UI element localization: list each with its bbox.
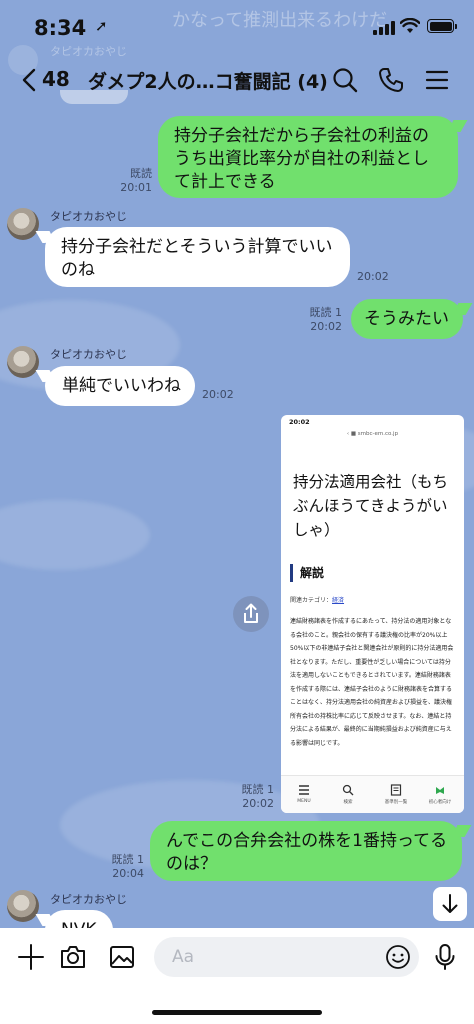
card-section-heading: 解説: [290, 564, 324, 582]
list-icon: [390, 784, 402, 796]
card-url: ‹ ■ smbc-em.co.jp: [346, 431, 399, 437]
card-status-bar: 20:02: [281, 415, 464, 429]
arrow-down-icon: [442, 894, 458, 913]
scroll-to-bottom-button[interactable]: [433, 887, 467, 921]
outgoing-message[interactable]: そうみたい: [351, 299, 463, 339]
read-receipt: 既読 1: [111, 853, 145, 866]
plus-icon[interactable]: [16, 942, 46, 972]
incoming-message[interactable]: 単純でいいわね: [45, 366, 195, 406]
outgoing-message[interactable]: 持分子会社だから子会社の利益のうち出資比率分が自社の利益として計上できる: [158, 116, 458, 198]
menu-icon[interactable]: [423, 66, 451, 94]
card-title: 持分法適用会社（もちぶんほうてきようがいしゃ）: [293, 473, 449, 539]
chat-title[interactable]: ダメプ2人の…コ奮闘記 (4): [88, 67, 328, 94]
message-meta: 既読 20:01: [100, 167, 152, 195]
image-icon[interactable]: [107, 942, 137, 972]
read-receipt: 既読: [130, 167, 152, 180]
message-input-field[interactable]: [154, 937, 419, 977]
microphone-icon[interactable]: [430, 942, 460, 972]
message-meta: 既読 1 20:02: [290, 306, 343, 334]
card-category-link: 経済: [332, 597, 345, 604]
card-tab: 基準別一覧: [381, 784, 411, 805]
chat-header: 48 ダメプ2人の…コ奮闘記 (4): [0, 56, 474, 104]
message-time: 20:01: [120, 181, 152, 194]
outgoing-message[interactable]: んでこの合弁会社の株を1番持ってるのは？: [150, 821, 462, 881]
hamburger-icon: [299, 785, 309, 795]
home-indicator: [152, 1010, 322, 1015]
card-tab: 初心者向け: [425, 784, 455, 805]
card-tab-label: MENU: [297, 799, 311, 804]
sender-name: タピオカおやじ: [50, 348, 127, 361]
card-tab-bar: MENU 検索 基準別一覧 初心者向け: [281, 775, 464, 813]
status-time: 8:34: [34, 16, 87, 40]
status-bar: かなって推測出来るわけだ 8:34 ➚: [0, 0, 474, 56]
avatar[interactable]: [7, 208, 39, 240]
share-button[interactable]: [233, 596, 269, 632]
ghost-message-text: かなって推測出来るわけだ: [172, 10, 388, 31]
card-tab-label: 検索: [343, 800, 353, 805]
sender-name: タピオカおやじ: [50, 210, 127, 223]
avatar[interactable]: [7, 346, 39, 378]
card-category-label: 関連カテゴリ：: [290, 597, 333, 604]
incoming-message[interactable]: 持分子会社だとそういう計算でいいのね: [45, 227, 350, 287]
incoming-message[interactable]: NVK: [45, 910, 113, 928]
message-time: 20:02: [310, 320, 342, 333]
message-time: 20:02: [242, 797, 274, 810]
search-icon: [342, 784, 354, 796]
card-body-text: 連結財務諸表を作成するにあたって、持分法の適用対象となる会社のこと。親会社の保有…: [290, 618, 454, 747]
card-tab: 検索: [333, 784, 363, 805]
location-arrow-icon: ➚: [95, 17, 108, 35]
phone-icon[interactable]: [377, 66, 405, 94]
battery-icon: [427, 19, 457, 33]
card-tab-label: 初心者向け: [428, 800, 452, 805]
read-receipt: 既読 1: [241, 783, 275, 796]
message-time: 20:02: [202, 388, 234, 401]
signal-icon: [373, 21, 395, 35]
card-tab-label: 基準別一覧: [384, 800, 408, 805]
share-icon: [244, 603, 258, 623]
card-category: 関連カテゴリ：経済: [290, 595, 344, 604]
unread-count[interactable]: 48: [42, 67, 70, 91]
background-cloud: [0, 500, 150, 570]
clip-region: NVK: [0, 905, 474, 928]
wifi-icon: [400, 18, 420, 33]
message-input[interactable]: [172, 937, 372, 977]
card-tab: MENU: [289, 784, 319, 804]
emoji-icon[interactable]: [385, 944, 411, 970]
message-meta: 既読 1 20:02: [222, 783, 275, 811]
search-icon[interactable]: [331, 66, 359, 94]
message-time: 20:04: [112, 867, 144, 880]
image-message[interactable]: 20:02 ‹ ■ smbc-em.co.jp 持分法適用会社（もちぶんほうてき…: [281, 415, 464, 813]
beginner-mark-icon: [436, 787, 444, 794]
message-time: 20:02: [357, 270, 389, 283]
back-chevron-icon[interactable]: [18, 66, 42, 94]
card-status-time: 20:02: [289, 418, 310, 426]
read-receipt: 既読 1: [309, 306, 343, 319]
message-meta: 既読 1 20:04: [92, 853, 145, 881]
camera-icon[interactable]: [58, 942, 88, 972]
